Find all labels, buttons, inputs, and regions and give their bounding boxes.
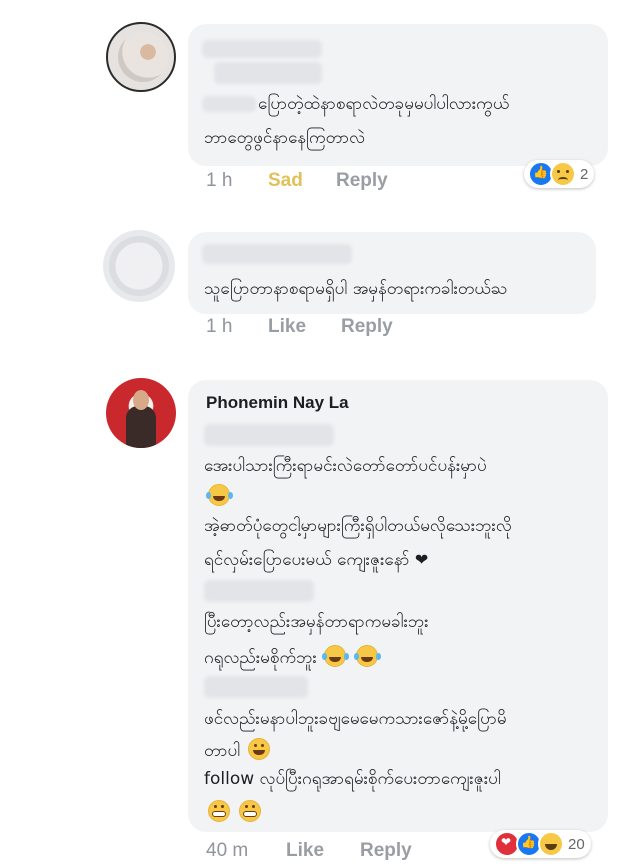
comment-1-reply-button[interactable]: Reply (336, 170, 388, 192)
commenter-2-avatar[interactable] (103, 230, 175, 302)
comment-2-line-1: သူပြောတာနာစရာမရှိပါ အမှန်တရားကခါးတယ်ႀ (204, 279, 508, 299)
comment-1-timestamp[interactable]: 1 h (206, 170, 232, 192)
redacted-author-name (202, 40, 322, 58)
tears-of-joy-emoji-icon (206, 484, 230, 506)
comment-3-timestamp[interactable]: 40 m (206, 840, 248, 862)
comment-3-reaction-count: 20 (568, 835, 585, 853)
comment-2-timestamp[interactable]: 1 h (206, 316, 232, 338)
comment-1-line-2: ဘာတွေဖွင်နာနေကြတာလဲ (204, 128, 366, 148)
redacted-mention (202, 96, 256, 112)
redacted-mention (204, 676, 308, 698)
haha-icon (538, 831, 564, 857)
comment-3-line-7: တာပါ (204, 741, 241, 761)
grimacing-emoji-icon (239, 800, 262, 822)
comment-3-author[interactable]: Phonemin Nay La (206, 393, 349, 413)
comment-1-reaction-count: 2 (580, 165, 589, 183)
comment-3-line-5: ဂရုလည်းမစိုက်ဘူး (204, 648, 317, 668)
commenter-3-avatar[interactable] (106, 378, 176, 448)
redacted-author-name-2 (214, 62, 322, 84)
comment-1-reaction-summary[interactable]: 2 (524, 160, 595, 188)
avatar-person-face (133, 390, 149, 410)
comment-1-sad-button[interactable]: Sad (268, 170, 303, 192)
comment-3-emoji-row-2 (206, 800, 263, 824)
comment-1-line-1: ပြောတဲ့ထဲနာစရာလဲတခုမှမပါပါလားကွယ် (258, 94, 510, 114)
tears-of-joy-emoji-icon (322, 645, 347, 667)
comment-3-line-4: ပြီးတော့လည်းအမှန်တာရာကမခါးဘူး (204, 612, 429, 632)
comment-3-line-7-row: တာပါ (204, 738, 272, 762)
commenter-1-avatar[interactable] (106, 22, 176, 92)
comment-3-reaction-summary[interactable]: 20 (490, 830, 591, 858)
comment-3-like-button[interactable]: Like (286, 840, 324, 862)
comment-3-bubble (188, 380, 608, 832)
comment-2-reply-button[interactable]: Reply (341, 316, 393, 338)
grimacing-emoji-icon (208, 800, 230, 822)
comment-3-emoji-row-1 (206, 484, 232, 508)
comment-3-line-5-row: ဂရုလည်းမစိုက်ဘူး (204, 645, 380, 669)
tears-of-joy-emoji-icon (353, 645, 378, 667)
redacted-author-name (202, 244, 352, 264)
redacted-mention (204, 424, 334, 446)
sad-icon (550, 161, 576, 187)
comment-3-line-3-row: ရင်လှမ်းပြောပေးမယ် ကျေးဇူးနော် ❤ (204, 549, 428, 571)
comment-3-line-2: အဲ့ဓာတ်ပုံတွေငါ့မှာများကြီးရှိပါတယ်မလိုသ… (204, 516, 512, 536)
comment-3-line-1: အေးပါသားကြီးရာမင်းလဲတော်တော်ပင်ပန်းမှာပဲ (204, 456, 487, 476)
heart-icon: ❤ (414, 550, 429, 569)
grinning-emoji-icon (247, 738, 270, 760)
comment-3-line-6: ဖင်လည်းမနာပါဘူးခဗျမေမေကသားဇော်နဲ့မို့ပြေ… (204, 709, 507, 729)
redacted-mention (204, 580, 314, 602)
comment-3-line-8: follow လုပ်ပြီးဂရုအာရမ်းစိုက်ပေးတာကျေးဇူ… (204, 769, 501, 789)
comment-3-line-3: ရင်လှမ်းပြောပေးမယ် ကျေးဇူးနော် (204, 550, 410, 570)
avatar-person-body (126, 406, 156, 448)
comment-3-reply-button[interactable]: Reply (360, 840, 412, 862)
comment-2-like-button[interactable]: Like (268, 316, 306, 338)
